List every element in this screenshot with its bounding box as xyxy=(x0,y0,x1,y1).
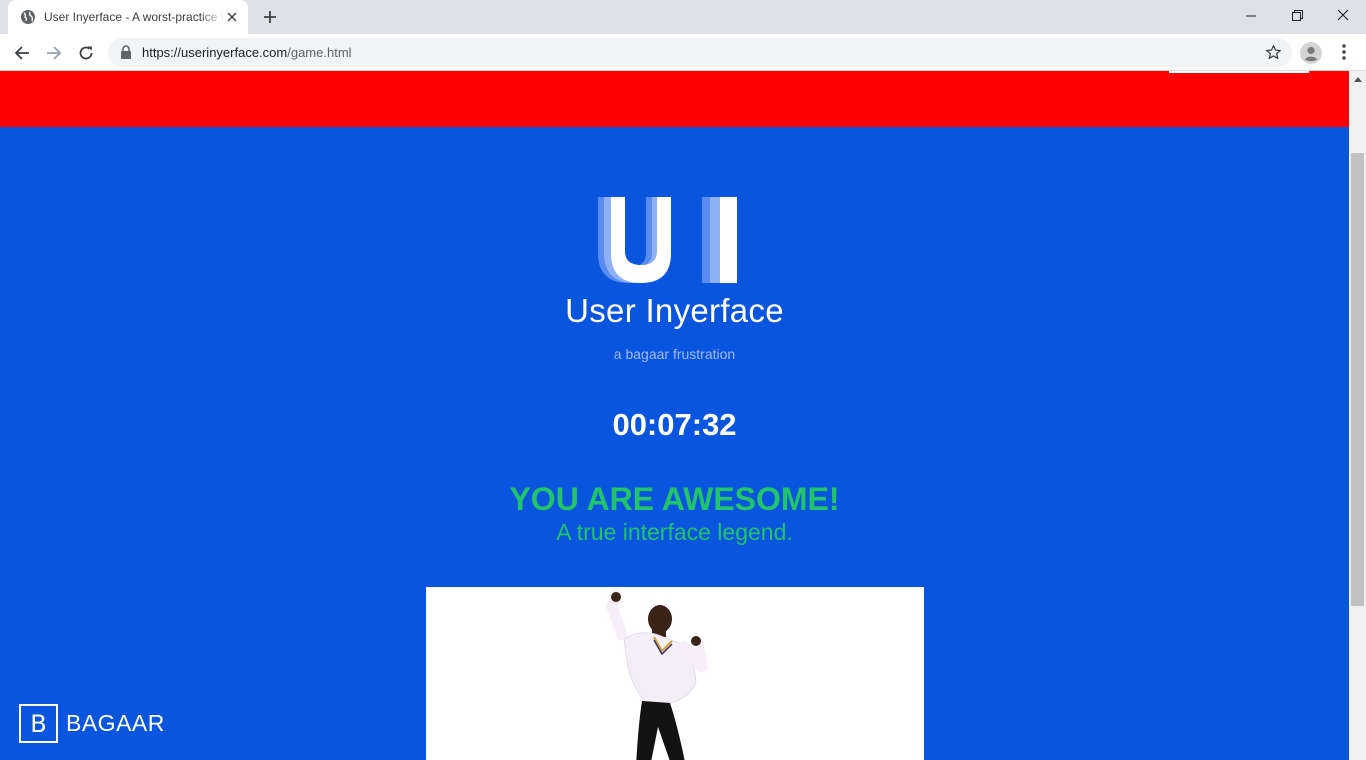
dancing-man-image xyxy=(426,587,924,760)
result-subline: A true interface legend. xyxy=(556,519,793,545)
back-arrow-icon[interactable] xyxy=(8,39,36,67)
scroll-up-arrow-icon[interactable] xyxy=(1349,71,1366,88)
url-text: https://userinyerface.com/game.html xyxy=(142,45,352,60)
result-headline: YOU ARE AWESOME! xyxy=(509,481,840,517)
bagaar-logo[interactable]: B BAGAAR xyxy=(19,704,165,743)
forward-arrow-icon[interactable] xyxy=(40,39,68,67)
bookmark-star-icon[interactable] xyxy=(1265,44,1282,61)
restore-icon[interactable] xyxy=(1274,0,1320,30)
scrollbar-thumb[interactable] xyxy=(1351,153,1364,606)
new-tab-button[interactable] xyxy=(258,5,282,29)
kebab-menu-icon[interactable] xyxy=(1333,41,1355,63)
reload-icon[interactable] xyxy=(72,39,100,67)
top-red-bar xyxy=(0,71,1349,127)
bagaar-logo-text: BAGAAR xyxy=(66,710,165,736)
brand-tagline: a bagaar frustration xyxy=(613,346,736,362)
bagaar-logo-box: B xyxy=(19,704,58,743)
minimize-icon[interactable] xyxy=(1228,0,1274,30)
page-viewport: User Inyerface a bagaar frustration 00:0… xyxy=(0,71,1349,760)
browser-tab[interactable]: User Inyerface - A worst-practice UI exp… xyxy=(8,0,248,34)
tab-strip: User Inyerface - A worst-practice UI exp… xyxy=(0,0,1366,34)
bagaar-logo-letter: B xyxy=(30,709,47,738)
tab-close-icon[interactable] xyxy=(224,9,240,25)
lock-icon xyxy=(121,45,131,59)
page-scrollbar[interactable] xyxy=(1349,71,1366,760)
ui-logo-icon xyxy=(598,197,737,283)
browser-toolbar: https://userinyerface.com/game.html xyxy=(0,34,1366,71)
close-window-icon[interactable] xyxy=(1320,0,1366,30)
tab-title: User Inyerface - A worst-practice UI exp… xyxy=(44,9,224,25)
address-bar[interactable]: https://userinyerface.com/game.html xyxy=(108,38,1292,67)
top-bar-divider xyxy=(1169,71,1309,73)
brand-title: User Inyerface xyxy=(565,292,784,329)
game-timer: 00:07:32 xyxy=(612,407,737,442)
globe-icon xyxy=(21,10,35,24)
profile-avatar-icon[interactable] xyxy=(1300,42,1322,64)
